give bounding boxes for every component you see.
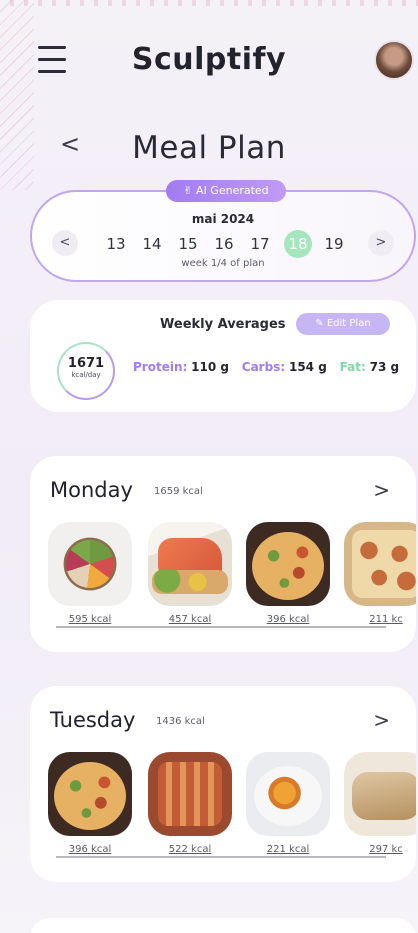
protein-label: Protein: [133, 360, 188, 374]
weekly-averages-title: Weekly Averages [160, 317, 286, 332]
macro-summary: Protein: 110 g Carbs: 154 g Fat: 73 g [133, 360, 408, 374]
carbs-label: Carbs: [241, 360, 286, 374]
pizza-meal-photo[interactable] [48, 752, 132, 836]
meal-kcal: 396 kcal [266, 614, 310, 625]
next-week-button[interactable]: > [368, 230, 394, 256]
avatar[interactable] [374, 40, 414, 80]
day-kcal: 1436 kcal [156, 716, 205, 727]
meal-divider [56, 626, 386, 628]
prev-week-button[interactable]: < [52, 230, 78, 256]
calendar-day-14[interactable]: 14 [138, 232, 166, 256]
pizza-meal-photo[interactable] [246, 522, 330, 606]
salmon-meal-photo[interactable] [148, 522, 232, 606]
calendar-month: mai 2024 [191, 212, 255, 226]
carbs-value: 154 g [288, 360, 327, 374]
calendar-day-19[interactable]: 19 [320, 232, 348, 256]
meal-kcal: 211 kc [369, 614, 403, 625]
lasagna-meal-photo[interactable] [148, 752, 232, 836]
decorative-border-top [0, 0, 418, 6]
meal-kcal: 522 kcal [168, 844, 212, 855]
meal-kcal: 595 kcal [68, 614, 112, 625]
bowl-meal-photo[interactable] [48, 522, 132, 606]
weekly-averages-card: Weekly Averages ✎ Edit Plan 1671 kcal/da… [30, 300, 416, 412]
meal-divider [56, 856, 386, 858]
day-card-monday[interactable]: Monday 1659 kcal > 595 kcal 457 kcal 396… [30, 456, 416, 652]
day-kcal: 1659 kcal [154, 486, 203, 497]
protein-value: 110 g [191, 360, 229, 374]
app-title: Sculptify [131, 42, 287, 77]
calendar-day-16[interactable]: 16 [210, 232, 238, 256]
page-title: Meal Plan [132, 130, 286, 166]
tray-bake-photo[interactable] [344, 522, 416, 606]
edit-plan-button[interactable]: ✎ Edit Plan [296, 313, 390, 335]
calendar-day-18-selected[interactable]: 18 [284, 230, 312, 258]
calendar-day-13[interactable]: 13 [102, 232, 130, 256]
wrap-meal-photo[interactable] [344, 752, 416, 836]
chevron-right-icon[interactable]: > [373, 708, 390, 732]
meal-kcal: 221 kcal [266, 844, 310, 855]
day-card-next[interactable] [30, 918, 416, 933]
day-card-tuesday[interactable]: Tuesday 1436 kcal > 396 kcal 522 kcal 22… [30, 686, 416, 882]
chevron-right-icon[interactable]: > [373, 478, 390, 502]
week-progress-text: week 1/4 of plan [181, 258, 265, 269]
app-header: Sculptify [0, 38, 418, 90]
ai-generated-badge[interactable]: ✌ AI Generated [166, 180, 286, 202]
daily-kcal-ring: 1671 kcal/day [57, 342, 115, 400]
fat-label: Fat: [339, 360, 366, 374]
day-name: Monday [50, 478, 133, 502]
calendar-days: 13 14 15 16 17 18 19 [102, 230, 372, 258]
daily-kcal-unit: kcal/day [71, 371, 101, 379]
week-calendar-card: ✌ AI Generated mai 2024 < 13 14 15 16 17… [30, 180, 416, 282]
day-name: Tuesday [50, 708, 136, 732]
meal-kcal: 457 kcal [168, 614, 212, 625]
daily-kcal-value: 1671 [67, 356, 105, 371]
meal-kcal: 297 kc [369, 844, 403, 855]
plate-meal-photo[interactable] [246, 752, 330, 836]
calendar-day-15[interactable]: 15 [174, 232, 202, 256]
calendar-day-17[interactable]: 17 [246, 232, 274, 256]
fat-value: 73 g [369, 360, 400, 374]
meal-kcal: 396 kcal [68, 844, 112, 855]
